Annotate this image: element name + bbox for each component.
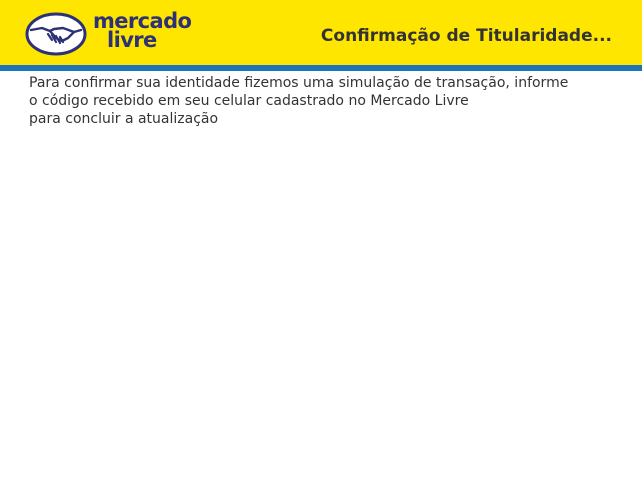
- brand-line-2: livre: [107, 28, 157, 52]
- mercado-livre-logo[interactable]: mercado livre: [25, 11, 195, 56]
- confirmation-message: Para confirmar sua identidade fizemos um…: [29, 74, 642, 128]
- message-line-3: para concluir a atualização: [29, 111, 219, 127]
- handshake-icon: [25, 12, 87, 56]
- header: mercado livre Confirmação de Titularidad…: [0, 0, 642, 65]
- message-line-1: Para confirmar sua identidade fizemos um…: [29, 75, 569, 91]
- message-line-2: o código recebido em seu celular cadastr…: [29, 93, 469, 109]
- main-content: Para confirmar sua identidade fizemos um…: [0, 71, 642, 128]
- page-title: Confirmação de Titularidade...: [320, 26, 612, 46]
- brand-wordmark: mercado livre: [93, 11, 192, 52]
